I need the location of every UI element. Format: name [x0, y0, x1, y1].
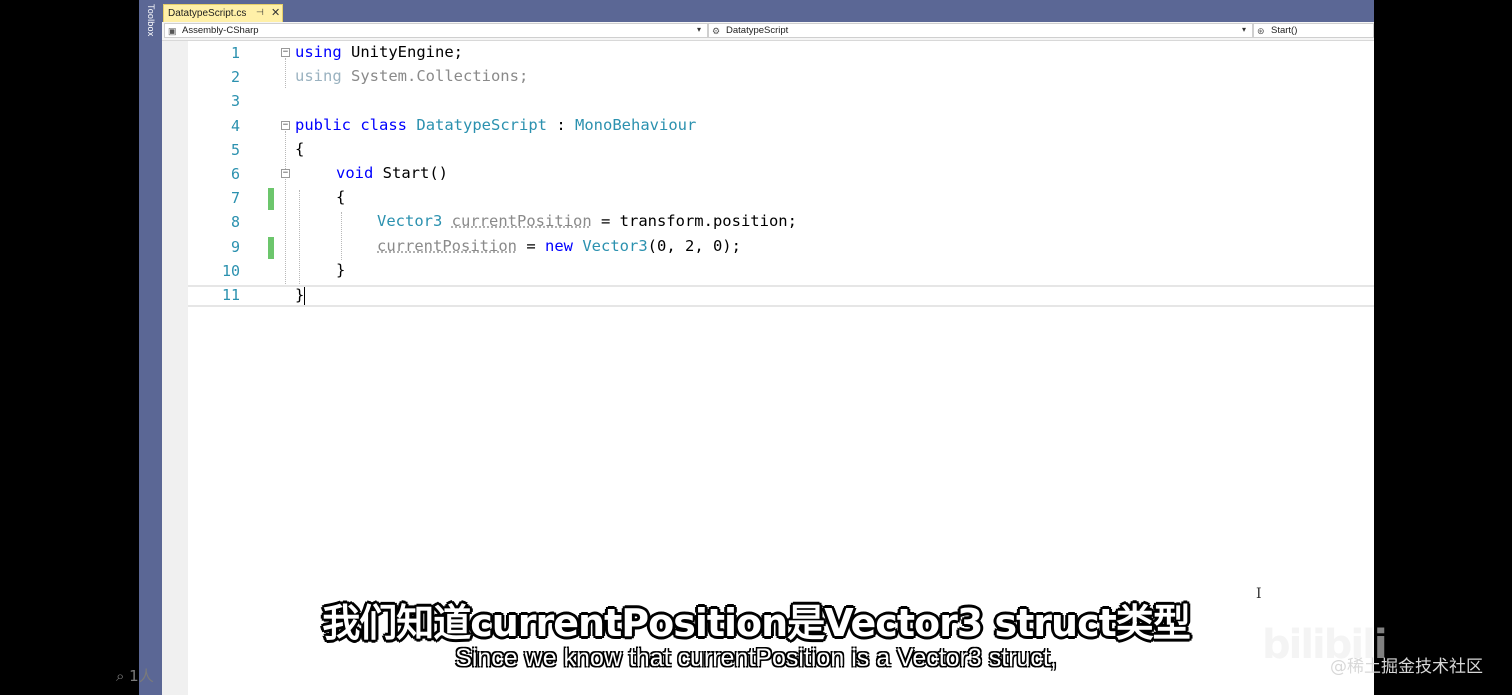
code-line-7[interactable]: {	[336, 188, 345, 206]
code-text: =	[516, 237, 545, 255]
code-line-1[interactable]: using UnityEngine;	[295, 43, 463, 61]
code-text: UnityEngine;	[341, 43, 463, 61]
outline-guide	[299, 190, 300, 284]
code-text: Start()	[373, 164, 448, 182]
document-tab-bar	[162, 0, 1374, 22]
change-marker	[268, 188, 274, 210]
video-frame: Toolbox DatatypeScript.cs ⊣ ✕ ▣ Assembly…	[0, 0, 1512, 695]
type-name: DatatypeScript	[416, 116, 548, 134]
line-number: 9	[230, 238, 240, 256]
change-marker	[268, 237, 274, 259]
outline-guide	[285, 179, 286, 284]
type-name: MonoBehaviour	[575, 116, 697, 134]
code-text: = transform.position;	[591, 212, 797, 230]
line-number: 11	[221, 286, 240, 304]
letterbox-right	[1374, 0, 1512, 695]
collapse-icon[interactable]: −	[281, 121, 290, 130]
member-dropdown-value: Start()	[1271, 25, 1298, 36]
project-dropdown[interactable]: ▣ Assembly-CSharp ▾	[164, 23, 708, 38]
toolbox-panel[interactable]	[139, 0, 162, 695]
toolbox-label[interactable]: Toolbox	[144, 4, 156, 44]
keyword: public	[295, 116, 351, 134]
text-cursor	[304, 286, 306, 305]
editor-margin	[162, 41, 188, 695]
tab-datatypescript[interactable]: DatatypeScript.cs ⊣ ✕	[163, 4, 283, 22]
code-text: {	[295, 140, 305, 158]
variable-name: currentPosition	[377, 237, 517, 255]
member-dropdown[interactable]: ⊛ Start()	[1253, 23, 1374, 38]
code-text: (0, 2, 0);	[647, 237, 741, 255]
keyword: using	[295, 43, 342, 61]
close-icon[interactable]: ✕	[271, 6, 280, 19]
code-text: }	[336, 261, 346, 279]
indent-guide	[341, 212, 342, 260]
pin-icon[interactable]: ⊣	[256, 7, 264, 18]
keyword: new	[544, 237, 573, 255]
line-number: 7	[230, 189, 240, 207]
line-number: 8	[230, 213, 240, 231]
type-name: Vector3	[377, 212, 443, 230]
line-number: 6	[230, 165, 240, 183]
code-text: :	[547, 116, 576, 134]
project-dropdown-value: Assembly-CSharp	[182, 25, 259, 36]
navigation-bar: ▣ Assembly-CSharp ▾ ⚙ DatatypeScript ▾ ⊛…	[162, 22, 1374, 41]
subtitle-english: Since we know that currentPosition is a …	[455, 644, 1057, 672]
code-line-5[interactable]: {	[295, 140, 304, 158]
line-number: 3	[230, 92, 240, 110]
code-text: }	[295, 286, 305, 304]
subtitle-chinese: 我们知道currentPosition是Vector3 struct类型	[322, 601, 1191, 645]
code-line-4[interactable]: public class DatatypeScript : MonoBehavi…	[295, 116, 696, 134]
method-icon: ⊛	[1257, 26, 1265, 36]
outline-guide	[285, 58, 286, 88]
line-number: 10	[221, 262, 240, 280]
line-number: 5	[230, 141, 240, 159]
code-line-2[interactable]: using System.Collections;	[295, 67, 528, 85]
class-icon: ⚙	[712, 26, 721, 36]
variable-name: currentPosition	[451, 212, 592, 230]
current-line-highlight	[188, 285, 1374, 307]
code-text: System.Collections;	[341, 67, 529, 85]
code-text: {	[336, 188, 346, 206]
line-number: 4	[230, 117, 240, 135]
code-line-9[interactable]: currentPosition = new Vector3(0, 2, 0);	[377, 237, 741, 255]
collapse-icon[interactable]: −	[281, 169, 290, 178]
code-line-11[interactable]: }	[295, 286, 306, 305]
juejin-watermark: @稀土掘金技术社区	[1330, 657, 1483, 677]
type-dropdown[interactable]: ⚙ DatatypeScript ▾	[708, 23, 1253, 38]
letterbox-left	[0, 0, 139, 695]
keyword: using	[295, 67, 342, 85]
code-line-10[interactable]: }	[336, 261, 345, 279]
keyword: class	[360, 116, 408, 134]
type-dropdown-value: DatatypeScript	[726, 25, 789, 36]
keyword: void	[336, 164, 374, 182]
code-line-8[interactable]: Vector3 currentPosition = transform.posi…	[377, 212, 797, 230]
type-name: Vector3	[582, 237, 648, 255]
tab-title: DatatypeScript.cs	[168, 8, 247, 19]
viewer-count: ⌕ 1人	[116, 667, 154, 685]
outline-guide	[285, 131, 286, 169]
collapse-icon[interactable]: −	[281, 48, 290, 57]
code-line-6[interactable]: void Start()	[336, 164, 448, 182]
chevron-down-icon: ▾	[1242, 25, 1247, 34]
line-number: 2	[230, 68, 240, 86]
line-number: 1	[230, 44, 240, 62]
chevron-down-icon: ▾	[697, 25, 702, 34]
project-icon: ▣	[168, 26, 177, 36]
